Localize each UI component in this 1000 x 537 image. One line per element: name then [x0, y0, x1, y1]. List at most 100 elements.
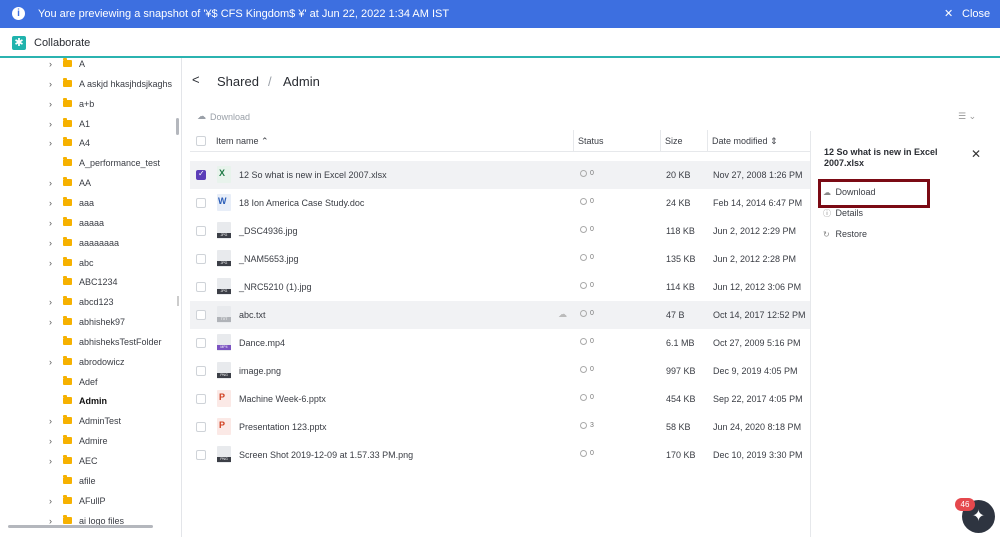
chevron-right-icon[interactable]: ›: [49, 178, 52, 188]
row-checkbox[interactable]: [196, 310, 206, 320]
file-name[interactable]: image.png: [239, 366, 281, 376]
file-row[interactable]: JPG _DSC4936.jpg 0 118 KB Jun 2, 2012 2:29 P…: [190, 217, 810, 245]
row-checkbox[interactable]: [196, 422, 206, 432]
sidebar-folder-item[interactable]: › AEC: [0, 451, 176, 471]
chevron-right-icon[interactable]: ›: [49, 218, 52, 228]
toolbar-download-button[interactable]: ☁ Download: [197, 111, 250, 122]
chevron-right-icon[interactable]: ›: [49, 138, 52, 148]
chevron-right-icon[interactable]: ›: [49, 258, 52, 268]
chevron-right-icon[interactable]: ›: [49, 416, 52, 426]
row-checkbox[interactable]: [196, 169, 206, 180]
file-row[interactable]: W 18 Ion America Case Study.doc 0 24 KB Feb …: [190, 189, 810, 217]
sidebar-folder-item[interactable]: › A4: [0, 133, 176, 153]
header-status[interactable]: Status: [578, 136, 604, 146]
sidebar-folder-label: AdminTest: [79, 416, 122, 427]
file-name[interactable]: Machine Week-6.pptx: [239, 394, 326, 404]
file-name[interactable]: _NRC5210 (1).jpg: [239, 282, 312, 292]
file-name[interactable]: abc.txt: [239, 310, 266, 320]
file-row[interactable]: P Machine Week-6.pptx 0 454 KB Sep 22, 2017 …: [190, 385, 810, 413]
sidebar-folder-item[interactable]: › A1: [0, 114, 176, 134]
sidebar-folder-item[interactable]: A_performance_test: [0, 153, 176, 173]
chevron-right-icon[interactable]: ›: [49, 119, 52, 129]
list-view-icon[interactable]: ☰ ⌄: [958, 111, 976, 122]
status-count: 0: [590, 254, 594, 261]
chevron-right-icon[interactable]: ›: [49, 496, 52, 506]
panel-restore-button[interactable]: ↻ Restore: [823, 229, 867, 239]
close-icon[interactable]: ✕: [944, 7, 953, 20]
file-size: 170 KB: [666, 450, 696, 460]
file-name[interactable]: Dance.mp4: [239, 338, 285, 348]
chevron-right-icon[interactable]: ›: [49, 198, 52, 208]
sidebar-folder-item[interactable]: › a+b: [0, 94, 176, 114]
row-download-icon[interactable]: ☁: [558, 309, 567, 320]
close-button[interactable]: Close: [962, 8, 990, 20]
header-date-modified[interactable]: Date modified ⇕: [712, 136, 778, 147]
file-name[interactable]: Screen Shot 2019-12-09 at 1.57.33 PM.png: [239, 450, 413, 460]
sidebar-folder-item[interactable]: › aaaaa: [0, 213, 176, 233]
file-row[interactable]: PNG image.png 0 997 KB Dec 9, 2019 4:05 PM: [190, 357, 810, 385]
sidebar-folder-item[interactable]: › abcd123: [0, 292, 176, 312]
folder-icon: [63, 474, 72, 484]
file-name[interactable]: _DSC4936.jpg: [239, 226, 298, 236]
row-checkbox[interactable]: [196, 394, 206, 404]
file-name[interactable]: _NAM5653.jpg: [239, 254, 299, 264]
file-row[interactable]: X 12 So what is new in Excel 2007.xlsx 0 20…: [190, 161, 810, 189]
chevron-right-icon[interactable]: ›: [49, 79, 52, 89]
row-checkbox[interactable]: [196, 366, 206, 376]
file-name[interactable]: 12 So what is new in Excel 2007.xlsx: [239, 170, 387, 180]
breadcrumb-shared[interactable]: Shared: [217, 74, 259, 89]
file-date-modified: Jun 2, 2012 2:29 PM: [713, 226, 797, 236]
file-name[interactable]: Presentation 123.pptx: [239, 422, 327, 432]
header-item-name[interactable]: Item name ⌃: [216, 136, 269, 147]
file-name[interactable]: 18 Ion America Case Study.doc: [239, 198, 364, 208]
sidebar-folder-item[interactable]: abhisheksTestFolder: [0, 332, 176, 352]
row-checkbox[interactable]: [196, 226, 206, 236]
sidebar-folder-item[interactable]: › A: [0, 58, 176, 74]
folder-icon: [63, 97, 72, 107]
sidebar-vertical-scrollbar[interactable]: [176, 118, 179, 135]
sidebar-folder-item[interactable]: › abc: [0, 253, 176, 273]
sidebar-folder-item[interactable]: afile: [0, 471, 176, 491]
file-row[interactable]: TXT abc.txt ☁ 0 47 B Oct 14, 2017 12:52 PM: [190, 301, 810, 329]
sidebar-horizontal-scrollbar[interactable]: [8, 525, 153, 528]
row-checkbox[interactable]: [196, 198, 206, 208]
row-checkbox[interactable]: [196, 450, 206, 460]
chevron-right-icon[interactable]: ›: [49, 99, 52, 109]
file-row[interactable]: JPG _NRC5210 (1).jpg 0 114 KB Jun 12, 2012 3…: [190, 273, 810, 301]
file-size: 135 KB: [666, 254, 696, 264]
sidebar-folder-item[interactable]: ABC1234: [0, 272, 176, 292]
chevron-right-icon[interactable]: ›: [49, 297, 52, 307]
sidebar-folder-item[interactable]: › aaaaaaaa: [0, 233, 176, 253]
chevron-right-icon[interactable]: ›: [49, 456, 52, 466]
panel-download-button[interactable]: ☁ Download: [823, 187, 876, 197]
sidebar-folder-item[interactable]: › AFullP: [0, 491, 176, 511]
sidebar-folder-item[interactable]: › abhishek97: [0, 312, 176, 332]
sidebar-folder-item[interactable]: Admin: [0, 391, 176, 411]
header-size[interactable]: Size: [665, 136, 683, 146]
file-row[interactable]: JPG _NAM5653.jpg 0 135 KB Jun 2, 2012 2:28 P…: [190, 245, 810, 273]
panel-details-button[interactable]: ⓘ Details: [823, 208, 863, 219]
sidebar-folder-item[interactable]: › abrodowicz: [0, 352, 176, 372]
row-checkbox[interactable]: [196, 282, 206, 292]
row-checkbox[interactable]: [196, 254, 206, 264]
file-row[interactable]: MP4 Dance.mp4 0 6.1 MB Oct 27, 2009 5:16 PM: [190, 329, 810, 357]
chevron-right-icon[interactable]: ›: [49, 238, 52, 248]
chevron-right-icon[interactable]: ›: [49, 357, 52, 367]
chevron-right-icon[interactable]: ›: [49, 436, 52, 446]
sidebar-folder-item[interactable]: › A askjd hkasjhdsjkaghs: [0, 74, 176, 94]
sidebar-folder-label: abcd123: [79, 297, 114, 308]
sidebar-folder-item[interactable]: › Admire: [0, 431, 176, 451]
file-row[interactable]: P Presentation 123.pptx 3 58 KB Jun 24, 2020…: [190, 413, 810, 441]
sidebar-folder-item[interactable]: › AdminTest: [0, 411, 176, 431]
chevron-right-icon[interactable]: ›: [49, 59, 52, 69]
chevron-right-icon[interactable]: ›: [49, 317, 52, 327]
resize-handle[interactable]: [177, 296, 179, 306]
sidebar-folder-item[interactable]: Adef: [0, 372, 176, 392]
sidebar-folder-item[interactable]: › aaa: [0, 193, 176, 213]
row-checkbox[interactable]: [196, 338, 206, 348]
sidebar-folder-item[interactable]: › AA: [0, 173, 176, 193]
close-panel-icon[interactable]: ✕: [971, 147, 981, 161]
file-row[interactable]: PNG Screen Shot 2019-12-09 at 1.57.33 PM.…: [190, 441, 810, 469]
back-arrow-icon[interactable]: <: [192, 72, 200, 87]
select-all-checkbox[interactable]: [196, 136, 206, 146]
